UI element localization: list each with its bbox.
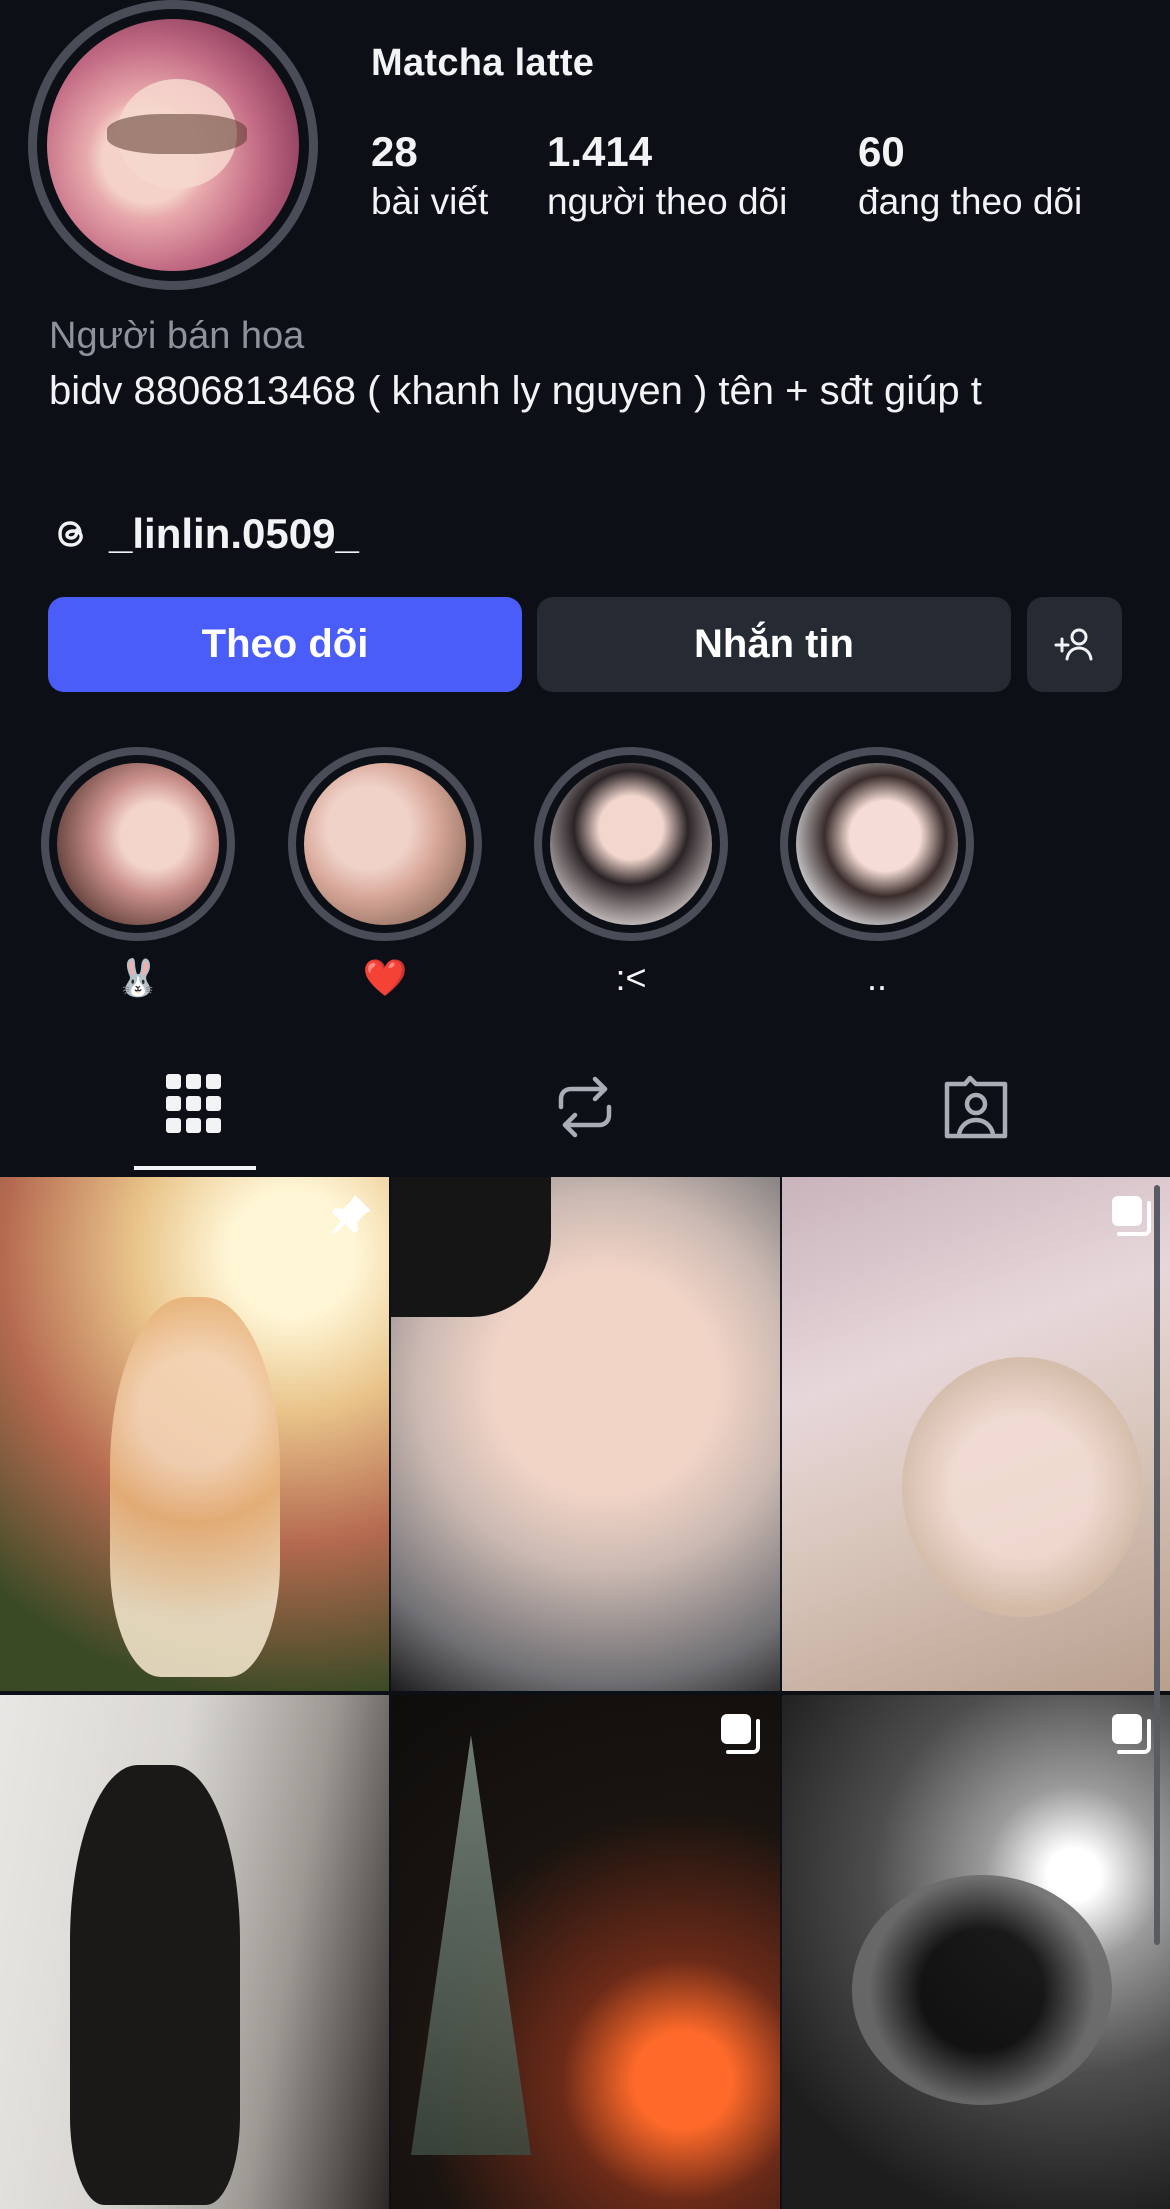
post-thumbnail[interactable] [0, 1695, 389, 2209]
highlight-label: 🐰 [115, 957, 161, 998]
posts-count: 28 [371, 128, 418, 175]
followers-label: người theo dõi [547, 181, 788, 222]
highlight-cover [550, 763, 712, 925]
profile-bio: bidv 8806813468 ( khanh ly nguyen ) tên … [49, 369, 982, 413]
threads-link[interactable]: _linlin.0509_ [49, 505, 359, 563]
stat-posts[interactable]: 28 bài viết [371, 128, 488, 224]
stat-followers[interactable]: 1.414 người theo dõi [547, 128, 787, 224]
post-thumbnail[interactable] [391, 1177, 780, 1691]
posts-label: bài viết [371, 181, 489, 222]
carousel-icon [1112, 1714, 1151, 1754]
add-user-icon [1054, 628, 1092, 660]
carousel-icon [721, 1714, 760, 1754]
highlight-item[interactable]: :< [534, 747, 728, 1003]
follow-button-label: Theo dõi [201, 622, 369, 666]
post-thumbnail[interactable] [782, 1177, 1170, 1691]
carousel-icon [1112, 1196, 1151, 1236]
highlight-item[interactable]: 🐰 [41, 747, 235, 1003]
post-thumbnail[interactable] [0, 1177, 389, 1691]
avatar [47, 19, 299, 271]
pin-icon [332, 1195, 371, 1234]
profile-username: Matcha latte [371, 42, 595, 84]
highlight-cover [796, 763, 958, 925]
suggest-users-button[interactable] [1027, 597, 1122, 692]
tab-posts-grid[interactable] [154, 1062, 234, 1152]
threads-handle: _linlin.0509_ [109, 510, 359, 557]
follow-button[interactable]: Theo dõi [48, 597, 522, 692]
highlight-item[interactable]: .. [780, 747, 974, 1003]
grid-icon [166, 1074, 221, 1133]
scrollbar[interactable] [1154, 1185, 1160, 1945]
highlight-ring [41, 747, 235, 941]
followers-count: 1.414 [547, 128, 653, 175]
following-count: 60 [858, 128, 905, 175]
highlight-label: .. [866, 957, 887, 998]
highlight-label: :< [615, 957, 647, 998]
highlight-label: ❤️ [362, 957, 408, 998]
stat-following[interactable]: 60 đang theo dõi [858, 128, 1082, 224]
highlight-cover [57, 763, 219, 925]
message-button[interactable]: Nhắn tin [537, 597, 1011, 692]
threads-icon [58, 521, 83, 547]
highlight-ring [288, 747, 482, 941]
highlight-cover [304, 763, 466, 925]
highlight-item[interactable]: ❤️ [288, 747, 482, 1003]
highlight-ring [534, 747, 728, 941]
tagged-icon [944, 1075, 1008, 1139]
active-tab-indicator [134, 1166, 256, 1170]
tab-tagged[interactable] [936, 1062, 1016, 1152]
following-label: đang theo dõi [858, 181, 1083, 222]
profile-category: Người bán hoa [49, 315, 305, 357]
post-thumbnail[interactable] [391, 1695, 780, 2209]
highlight-ring [780, 747, 974, 941]
message-button-label: Nhắn tin [694, 622, 854, 666]
repost-icon [558, 1076, 612, 1138]
profile-avatar-ring[interactable] [28, 0, 318, 290]
post-thumbnail[interactable] [782, 1695, 1170, 2209]
tab-reposts[interactable] [545, 1062, 625, 1152]
